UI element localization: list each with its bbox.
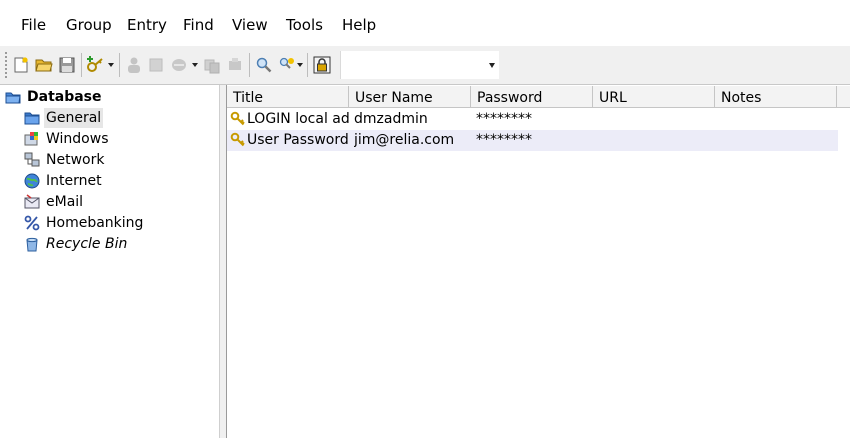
column-header-notes[interactable]: Notes <box>715 86 837 108</box>
quick-find-combobox[interactable] <box>340 51 499 79</box>
tree-group-label: Homebanking <box>46 215 144 231</box>
open-url-icon[interactable] <box>226 56 244 74</box>
toolbar-separator <box>119 53 120 77</box>
column-header-url[interactable]: URL <box>593 86 715 108</box>
tree-group-label: Recycle Bin <box>46 236 128 252</box>
menu-tools[interactable]: Tools <box>286 16 323 34</box>
find-icon[interactable] <box>255 56 273 74</box>
network-icon <box>24 152 40 167</box>
edit-entry-icon[interactable] <box>125 56 143 74</box>
tree-group-label: eMail <box>46 194 84 210</box>
globe-icon <box>24 173 40 189</box>
cell-title: User Password <box>247 132 349 148</box>
add-entry-dropdown-icon[interactable] <box>108 63 114 67</box>
entry-list: Title User Name Password URL Notes LOGIN… <box>226 85 850 438</box>
menu-find[interactable]: Find <box>183 16 214 34</box>
menu-entry[interactable]: Entry <box>127 16 167 34</box>
database-folder-icon <box>5 92 21 104</box>
new-database-icon[interactable] <box>12 56 30 74</box>
menu-view[interactable]: View <box>232 16 268 34</box>
column-header-filler <box>837 86 850 108</box>
add-entry-icon[interactable] <box>86 56 104 74</box>
key-icon <box>230 111 245 126</box>
percent-icon <box>24 215 40 231</box>
windows-icon <box>24 132 38 146</box>
cell-password: ******** <box>476 132 532 148</box>
email-icon <box>24 194 40 209</box>
find-dropdown-icon[interactable] <box>297 63 303 67</box>
recycle-bin-icon <box>26 237 38 252</box>
delete-entry-icon[interactable] <box>147 56 165 74</box>
folder-icon <box>24 112 40 125</box>
cell-notes <box>720 109 837 130</box>
column-header-username[interactable]: User Name <box>349 86 471 108</box>
table-row[interactable]: User Password jim@relia.com ******** <box>227 130 838 151</box>
tree-group-label: General <box>44 108 104 128</box>
cell-username: dmzadmin <box>354 111 428 127</box>
toolbar-grip[interactable] <box>5 52 7 78</box>
toolbar <box>0 46 850 85</box>
copy-password-icon[interactable] <box>203 56 221 74</box>
find-options-icon[interactable] <box>278 56 296 74</box>
menu-group[interactable]: Group <box>66 16 112 34</box>
table-row[interactable]: LOGIN local adr dmzadmin ******** <box>227 109 838 130</box>
column-header-password[interactable]: Password <box>471 86 593 108</box>
toolbar-separator <box>307 53 308 77</box>
tree-root-label: Database <box>27 89 102 105</box>
menu-help[interactable]: Help <box>342 16 376 34</box>
toolbar-separator <box>249 53 250 77</box>
cell-url <box>598 109 715 130</box>
group-tree: Database General Windows Network Interne… <box>0 85 220 438</box>
copy-dropdown-icon[interactable] <box>192 63 198 67</box>
open-database-icon[interactable] <box>35 56 53 74</box>
tree-group-label: Network <box>46 152 105 168</box>
key-icon <box>230 132 245 147</box>
cell-title: LOGIN local adr <box>247 111 349 127</box>
lock-workspace-icon[interactable] <box>313 56 331 74</box>
copy-username-icon[interactable] <box>170 56 188 74</box>
menu-file[interactable]: File <box>21 16 46 34</box>
save-database-icon[interactable] <box>58 56 76 74</box>
tree-group-label: Internet <box>46 173 102 189</box>
cell-username: jim@relia.com <box>354 132 455 148</box>
chevron-down-icon[interactable] <box>489 63 495 68</box>
password-manager-window: File Group Entry Find View Tools Help Da… <box>0 0 850 438</box>
menu-bar: File Group Entry Find View Tools Help <box>0 0 850 46</box>
tree-group-label: Windows <box>46 131 109 147</box>
cell-password: ******** <box>476 111 532 127</box>
cell-url <box>598 130 715 151</box>
column-header-title[interactable]: Title <box>227 86 349 108</box>
quick-find-input[interactable] <box>345 54 479 76</box>
cell-notes <box>720 130 837 151</box>
toolbar-separator <box>81 53 82 77</box>
